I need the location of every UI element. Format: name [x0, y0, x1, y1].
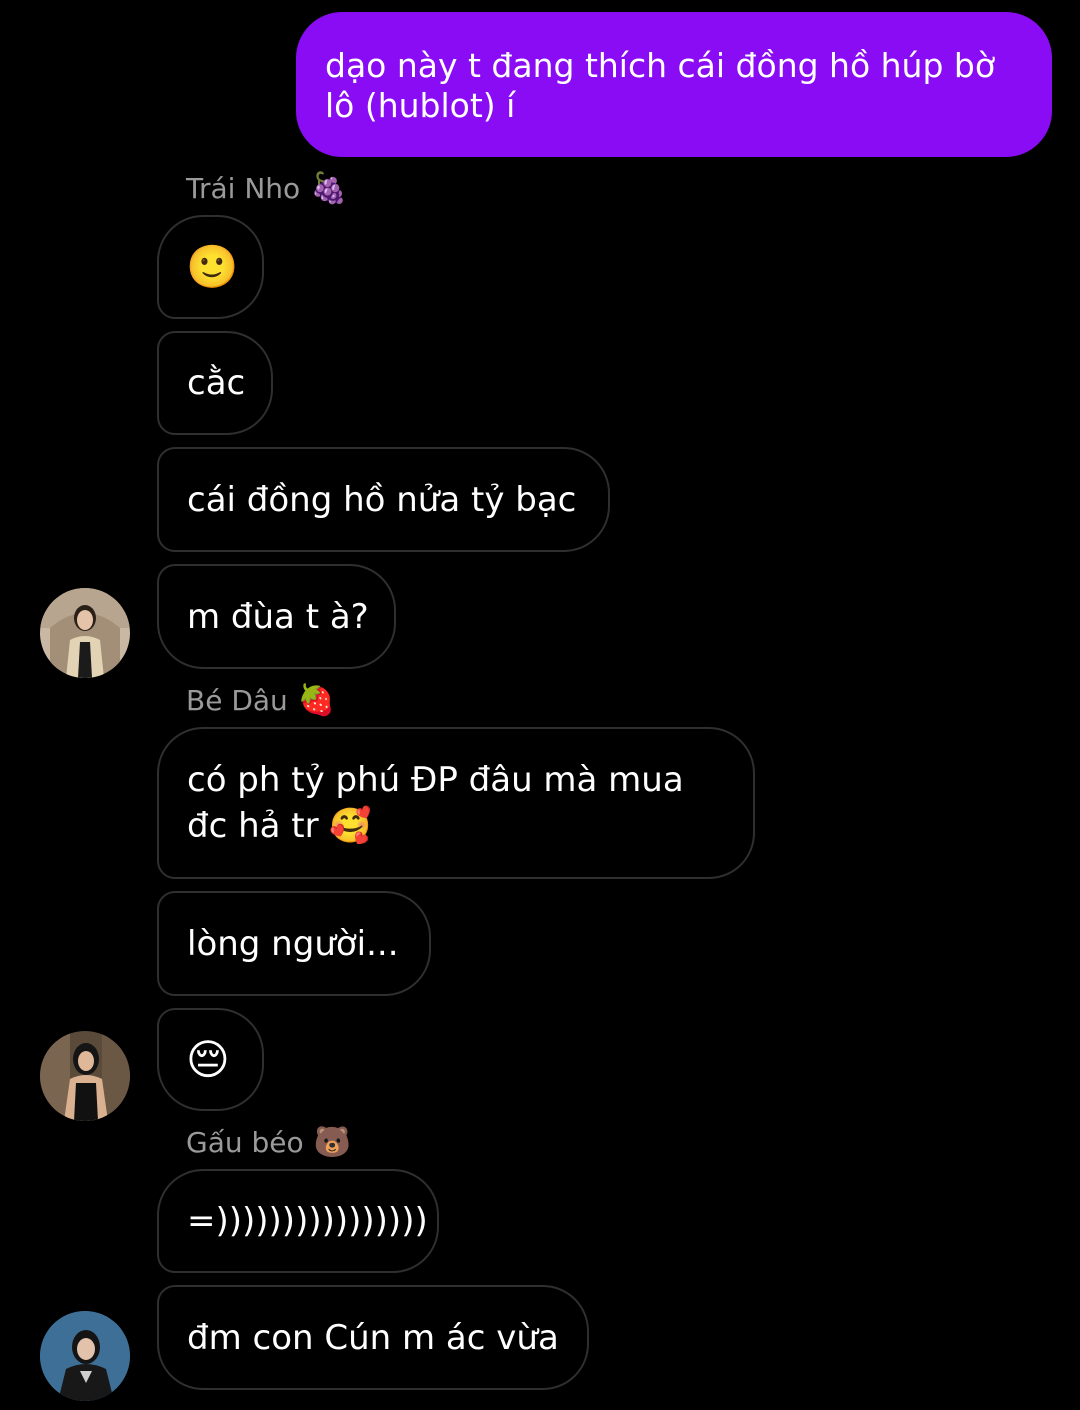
message-bubble[interactable]: 😔: [157, 1008, 264, 1111]
sender-name-text: Gấu béo: [186, 1125, 304, 1159]
message-bubble[interactable]: cái đồng hồ nửa tỷ bạc: [157, 447, 610, 552]
message-text: m đùa t à?: [187, 596, 369, 637]
message-bubble[interactable]: =)))))))))))))))): [157, 1169, 439, 1273]
message-text: lòng người...: [187, 923, 399, 964]
outgoing-message-text: dạo này t đang thích cái đồng hồ húp bờ …: [325, 46, 996, 125]
avatar-photo: [40, 1311, 130, 1401]
avatar[interactable]: [40, 1031, 130, 1121]
strawberry-emoji-icon: 🍓: [297, 682, 336, 718]
message-bubble[interactable]: lòng người...: [157, 891, 431, 996]
message-text: có ph tỷ phú ĐP đâu mà mua đc hả tr 🥰: [187, 760, 684, 846]
message-text: cái đồng hồ nửa tỷ bạc: [187, 479, 577, 520]
sender-name-be-dau: Bé Dâu 🍓: [186, 682, 335, 718]
message-text: đm con Cún m ác vừa: [187, 1317, 559, 1358]
message-text: =)))))))))))))))): [187, 1201, 428, 1241]
sender-name-text: Trái Nho: [186, 171, 301, 205]
avatar-photo: [40, 588, 130, 678]
message-bubble[interactable]: 🙂: [157, 215, 264, 319]
avatar-photo: [40, 1031, 130, 1121]
avatar[interactable]: [40, 1311, 130, 1401]
sender-name-trai-nho: Trái Nho 🍇: [186, 170, 348, 206]
outgoing-message-bubble[interactable]: dạo này t đang thích cái đồng hồ húp bờ …: [296, 12, 1052, 157]
bear-emoji-icon: 🐻: [313, 1124, 351, 1160]
message-bubble[interactable]: cằc: [157, 331, 273, 435]
message-bubble[interactable]: m đùa t à?: [157, 564, 396, 669]
message-bubble[interactable]: có ph tỷ phú ĐP đâu mà mua đc hả tr 🥰: [157, 727, 755, 879]
message-text: cằc: [187, 363, 246, 403]
sender-name-gau-beo: Gấu béo 🐻: [186, 1124, 351, 1160]
message-text: 😔: [186, 1034, 230, 1084]
message-text: 🙂: [186, 242, 239, 291]
grapes-emoji-icon: 🍇: [310, 170, 348, 206]
message-bubble[interactable]: đm con Cún m ác vừa: [157, 1285, 589, 1390]
sender-name-text: Bé Dâu: [186, 683, 288, 717]
avatar[interactable]: [40, 588, 130, 678]
